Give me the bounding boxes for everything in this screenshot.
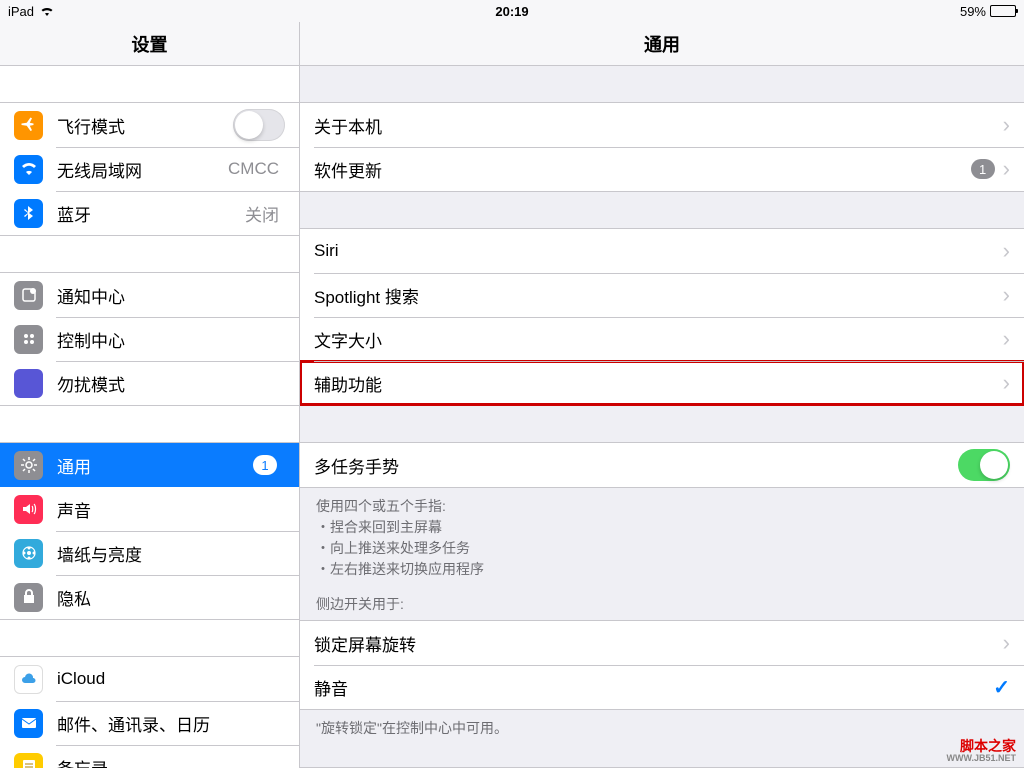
- toggle[interactable]: [958, 449, 1010, 481]
- sidebar-item[interactable]: 邮件、通讯录、日历: [0, 701, 299, 745]
- battery-icon: [990, 5, 1016, 17]
- mail-icon: [14, 709, 43, 738]
- chevron-right-icon: ›: [1003, 282, 1010, 308]
- sidebar: 飞行模式无线局域网CMCC蓝牙关闭通知中心控制中心勿扰模式通用1声音墙纸与亮度隐…: [0, 66, 300, 768]
- settings-row[interactable]: 锁定屏幕旋转›: [300, 621, 1024, 665]
- status-time: 20:19: [344, 4, 680, 19]
- footer-text: "旋转锁定"在控制中心中可用。: [300, 710, 1024, 747]
- detail-text: 关闭: [245, 201, 279, 226]
- wifi-icon: [14, 155, 43, 184]
- chevron-right-icon: ›: [1003, 156, 1010, 182]
- row-label: 辅助功能: [314, 371, 1003, 396]
- device-label: iPad: [8, 4, 34, 19]
- badge: 1: [971, 159, 995, 179]
- chevron-right-icon: ›: [1003, 326, 1010, 352]
- sidebar-item[interactable]: 通用1: [0, 443, 299, 487]
- checkmark-icon: ✓: [993, 675, 1010, 700]
- sidebar-item-label: 隐私: [57, 585, 285, 610]
- control-icon: [14, 325, 43, 354]
- wifi-icon: [40, 4, 54, 19]
- sidebar-item-label: 飞行模式: [57, 113, 233, 138]
- settings-row[interactable]: 多任务手势: [300, 443, 1024, 487]
- sidebar-item[interactable]: 飞行模式: [0, 103, 299, 147]
- sidebar-item[interactable]: 通知中心: [0, 273, 299, 317]
- privacy-icon: [14, 583, 43, 612]
- row-label: 文字大小: [314, 327, 1003, 352]
- sidebar-item-label: 声音: [57, 497, 285, 522]
- header-title-left: 设置: [0, 22, 300, 65]
- sidebar-item-label: 备忘录: [57, 755, 285, 768]
- sidebar-item-label: 勿扰模式: [57, 371, 285, 396]
- sidebar-item[interactable]: 墙纸与亮度: [0, 531, 299, 575]
- airplane-icon: [14, 111, 43, 140]
- header-bar: 设置 通用: [0, 22, 1024, 66]
- settings-row[interactable]: 静音✓: [300, 665, 1024, 709]
- status-bar: iPad 20:19 59%: [0, 0, 1024, 22]
- row-label: 锁定屏幕旋转: [314, 631, 1003, 656]
- settings-row[interactable]: 关于本机›: [300, 103, 1024, 147]
- group-header: 侧边开关用于:: [300, 588, 1024, 620]
- sidebar-item[interactable]: 勿扰模式: [0, 361, 299, 405]
- wallpaper-icon: [14, 539, 43, 568]
- sidebar-item[interactable]: 声音: [0, 487, 299, 531]
- settings-row[interactable]: 软件更新1 ›: [300, 147, 1024, 191]
- row-label: 多任务手势: [314, 453, 958, 478]
- row-label: Spotlight 搜索: [314, 283, 1003, 308]
- chevron-right-icon: ›: [1003, 630, 1010, 656]
- sidebar-item[interactable]: 隐私: [0, 575, 299, 619]
- settings-row[interactable]: 文字大小›: [300, 317, 1024, 361]
- notify-icon: [14, 281, 43, 310]
- battery-percent: 59%: [960, 4, 986, 19]
- notes-icon: [14, 753, 43, 768]
- badge: 1: [253, 455, 277, 475]
- sound-icon: [14, 495, 43, 524]
- settings-row[interactable]: Spotlight 搜索›: [300, 273, 1024, 317]
- moon-icon: [14, 369, 43, 398]
- sidebar-item-label: 邮件、通讯录、日历: [57, 711, 285, 736]
- row-label: 静音: [314, 675, 993, 700]
- sidebar-item[interactable]: 备忘录: [0, 745, 299, 768]
- row-label: Siri: [314, 241, 1003, 261]
- content-pane: 关于本机›软件更新1›Siri›Spotlight 搜索›文字大小›辅助功能›多…: [300, 66, 1024, 768]
- footer-text: 使用四个或五个手指:・捏合来回到主屏幕・向上推送来处理多任务・左右推送来切换应用…: [300, 488, 1024, 588]
- sidebar-item[interactable]: 控制中心: [0, 317, 299, 361]
- detail-text: CMCC: [228, 159, 279, 179]
- chevron-right-icon: ›: [1003, 370, 1010, 396]
- sidebar-item[interactable]: 蓝牙关闭: [0, 191, 299, 235]
- sidebar-item-label: 控制中心: [57, 327, 285, 352]
- sidebar-item-label: iCloud: [57, 669, 285, 689]
- chevron-right-icon: ›: [1003, 238, 1010, 264]
- sidebar-item-label: 通用: [57, 453, 253, 478]
- gear-icon: [14, 451, 43, 480]
- sidebar-item-label: 墙纸与亮度: [57, 541, 285, 566]
- settings-row[interactable]: Siri›: [300, 229, 1024, 273]
- chevron-right-icon: ›: [1003, 112, 1010, 138]
- sidebar-item-label: 无线局域网: [57, 157, 228, 182]
- toggle[interactable]: [233, 109, 285, 141]
- watermark: 脚本之家 WWW.JB51.NET: [946, 739, 1016, 764]
- sidebar-item-label: 蓝牙: [57, 201, 245, 226]
- settings-row[interactable]: 辅助功能›: [300, 361, 1024, 405]
- sidebar-item-label: 通知中心: [57, 283, 285, 308]
- row-label: 关于本机: [314, 113, 1003, 138]
- bluetooth-icon: [14, 199, 43, 228]
- cloud-icon: [14, 665, 43, 694]
- row-label: 软件更新: [314, 157, 971, 182]
- sidebar-item[interactable]: 无线局域网CMCC: [0, 147, 299, 191]
- header-title-right: 通用: [300, 22, 1024, 65]
- sidebar-item[interactable]: iCloud: [0, 657, 299, 701]
